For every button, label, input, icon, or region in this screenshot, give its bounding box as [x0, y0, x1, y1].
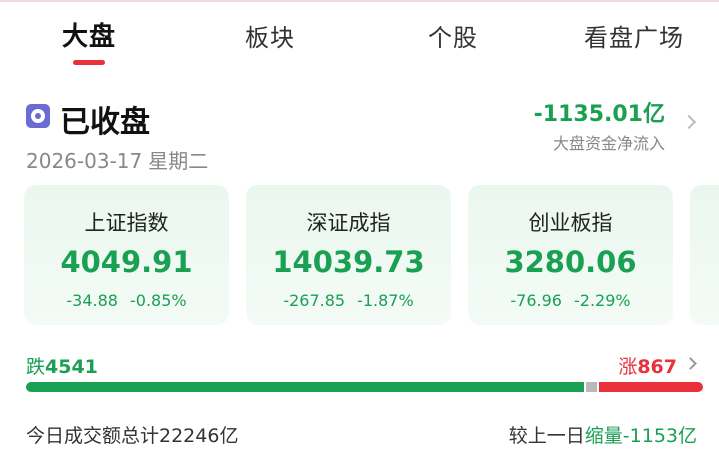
capital-flow-value[interactable]: -1135.01亿	[534, 96, 665, 128]
index-change-pct: -1.87%	[357, 291, 414, 310]
tab-market-square[interactable]: 看盘广场	[584, 18, 684, 53]
market-status: 已收盘	[60, 105, 150, 140]
index-card-shenzhen[interactable]: 深证成指 14039.73 -267.85 -1.87%	[246, 185, 451, 325]
index-change: -267.85	[283, 291, 346, 310]
trade-date: 2026-03-17	[26, 149, 143, 173]
index-card-shanghai[interactable]: 上证指数 4049.91 -34.88 -0.85%	[24, 185, 229, 325]
breadth-bar-decliners	[26, 382, 584, 392]
decliners-number: 4541	[45, 356, 98, 378]
tab-bar: 大盘 板块 个股 看盘广场	[0, 0, 719, 70]
turnover-compare-delta: 缩量-1153亿	[584, 425, 697, 447]
trade-date-line: 2026-03-17 星期二	[26, 145, 208, 174]
index-change: -34.88	[66, 291, 118, 310]
decliners-count: 跌4541	[26, 352, 98, 379]
active-tab-indicator	[73, 60, 105, 65]
breadth-bar-unchanged	[585, 382, 597, 392]
index-change-pct: -2.29%	[573, 291, 631, 310]
index-value: 14039.73	[272, 245, 425, 279]
tab-market[interactable]: 大盘	[62, 16, 116, 53]
index-name: 创业板指	[528, 211, 613, 235]
advancers-number: 867	[637, 356, 677, 378]
market-breadth-bar[interactable]	[26, 382, 703, 392]
index-change: -76.96	[510, 291, 562, 310]
turnover-compare: 较上一日缩量-1153亿	[509, 421, 697, 448]
chevron-right-icon[interactable]	[681, 114, 697, 130]
index-card-partial[interactable]	[690, 185, 719, 325]
index-card-chinext[interactable]: 创业板指 3280.06 -76.96 -2.29%	[468, 185, 673, 325]
index-changes: -34.88 -0.85%	[24, 291, 229, 310]
index-name: 上证指数	[84, 211, 169, 235]
advancers-label: 涨	[618, 356, 638, 378]
advancers-count[interactable]: 涨867	[618, 352, 677, 379]
chevron-right-icon[interactable]	[684, 357, 697, 370]
index-value: 4049.91	[60, 245, 193, 279]
index-value: 3280.06	[504, 245, 637, 279]
decliners-label: 跌	[26, 356, 46, 378]
index-changes: -267.85 -1.87%	[246, 291, 451, 310]
turnover-total: 今日成交额总计22246亿	[26, 425, 239, 447]
tab-stocks[interactable]: 个股	[428, 18, 478, 53]
capital-flow-label[interactable]: 大盘资金净流入	[553, 130, 665, 154]
index-name: 深证成指	[306, 211, 391, 235]
index-changes: -76.96 -2.29%	[468, 291, 673, 310]
turnover-compare-prefix: 较上一日	[508, 425, 585, 447]
breadth-bar-advancers	[598, 382, 703, 392]
trade-weekday: 星期二	[148, 149, 209, 173]
tab-sectors[interactable]: 板块	[245, 18, 295, 53]
closed-status-icon	[26, 104, 50, 128]
index-change-pct: -0.85%	[129, 291, 187, 310]
